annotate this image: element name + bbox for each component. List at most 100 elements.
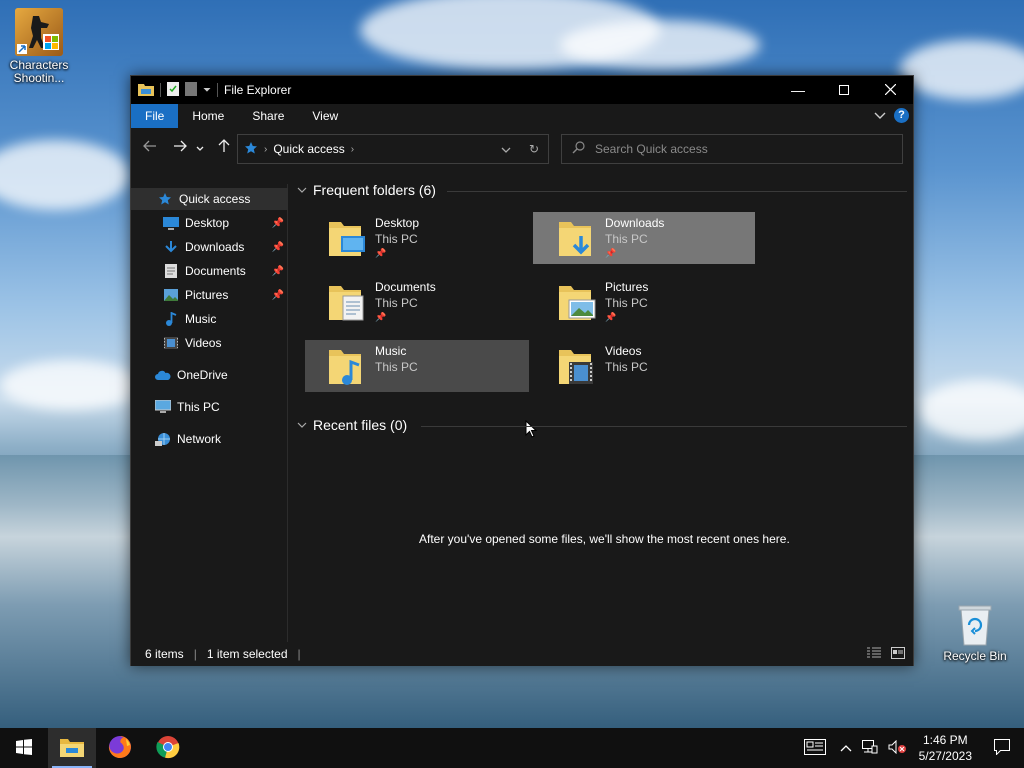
volume-tray-button[interactable] bbox=[883, 728, 911, 768]
pin-icon[interactable]: 📌 bbox=[272, 218, 284, 229]
folder-tile-documents[interactable]: Documents This PC 📌 bbox=[303, 276, 527, 328]
status-separator: | bbox=[193, 647, 197, 661]
show-hidden-icons-button[interactable] bbox=[835, 728, 857, 768]
chevron-up-icon bbox=[840, 741, 852, 755]
maximize-button[interactable] bbox=[821, 76, 867, 104]
back-button[interactable] bbox=[137, 135, 163, 161]
wallpaper-cloud bbox=[0, 140, 130, 210]
collapse-chevron-icon bbox=[297, 420, 307, 431]
folder-tile-music[interactable]: Music This PC bbox=[305, 340, 529, 392]
notifications-button[interactable] bbox=[980, 728, 1024, 768]
network-tray-button[interactable] bbox=[857, 728, 883, 768]
folder-tile-pictures[interactable]: Pictures This PC 📌 bbox=[533, 276, 757, 328]
volume-muted-icon bbox=[888, 739, 906, 757]
item-count: 6 items bbox=[145, 647, 184, 661]
window-title: File Explorer bbox=[224, 83, 292, 97]
nav-item-network[interactable]: Network bbox=[131, 428, 288, 450]
help-icon[interactable]: ? bbox=[894, 108, 909, 123]
close-button[interactable] bbox=[867, 76, 913, 104]
refresh-icon[interactable]: ↻ bbox=[520, 142, 548, 156]
nav-item-label: Downloads bbox=[185, 240, 245, 254]
new-folder-icon[interactable] bbox=[185, 81, 197, 99]
taskbar-chrome[interactable] bbox=[144, 728, 192, 768]
desktop-recycle-bin[interactable]: Recycle Bin bbox=[937, 603, 1013, 663]
nav-item-label: Documents bbox=[185, 264, 246, 278]
nav-item-label: Quick access bbox=[179, 192, 251, 206]
minimize-button[interactable]: — bbox=[775, 76, 821, 104]
details-view-icon[interactable] bbox=[867, 647, 881, 662]
music-icon bbox=[163, 311, 179, 327]
folder-tile-desktop[interactable]: Desktop This PC 📌 bbox=[303, 212, 527, 264]
folder-name: Videos bbox=[605, 344, 642, 358]
forward-button[interactable] bbox=[167, 135, 193, 161]
desktop-shortcut-game[interactable]: Characters Shootin... bbox=[1, 8, 77, 85]
tab-home[interactable]: Home bbox=[178, 104, 238, 128]
address-bar[interactable]: › Quick access › ↻ bbox=[237, 134, 549, 164]
maximize-icon bbox=[839, 82, 849, 98]
navigation-pane: Quick access Desktop 📌 Downloads 📌 Docum… bbox=[131, 184, 288, 642]
taskbar: 1:46 PM 5/27/2023 bbox=[0, 728, 1024, 768]
pin-icon: 📌 bbox=[375, 312, 387, 322]
group-divider bbox=[447, 191, 907, 192]
taskbar-firefox[interactable] bbox=[96, 728, 144, 768]
nav-item-downloads[interactable]: Downloads 📌 bbox=[131, 236, 288, 258]
breadcrumb-chevron-icon[interactable]: › bbox=[351, 144, 354, 155]
nav-item-onedrive[interactable]: OneDrive bbox=[131, 364, 288, 386]
folder-name: Pictures bbox=[605, 280, 649, 294]
news-widget-button[interactable] bbox=[795, 728, 835, 768]
tab-view[interactable]: View bbox=[298, 104, 352, 128]
arrow-right-icon bbox=[173, 139, 187, 157]
folder-location: This PC bbox=[605, 296, 648, 310]
nav-item-this-pc[interactable]: This PC bbox=[131, 396, 288, 418]
nav-item-quick-access[interactable]: Quick access bbox=[131, 188, 288, 210]
tab-file[interactable]: File bbox=[131, 104, 179, 128]
frequent-folders-header[interactable]: Frequent folders (6) bbox=[297, 182, 436, 198]
taskbar-file-explorer[interactable] bbox=[48, 728, 96, 768]
recent-files-empty-message: After you've opened some files, we'll sh… bbox=[419, 532, 790, 546]
breadcrumb-quick-access[interactable]: Quick access bbox=[273, 142, 344, 156]
toolbar-separator bbox=[160, 83, 161, 97]
download-icon bbox=[163, 239, 179, 255]
nav-item-documents[interactable]: Documents 📌 bbox=[131, 260, 288, 282]
pin-icon[interactable]: 📌 bbox=[272, 242, 284, 253]
tab-share[interactable]: Share bbox=[238, 104, 298, 128]
start-button[interactable] bbox=[0, 728, 48, 768]
large-icons-view-icon[interactable] bbox=[891, 647, 905, 662]
pin-icon[interactable]: 📌 bbox=[272, 290, 284, 301]
recent-locations-button[interactable] bbox=[193, 135, 207, 161]
videos-icon bbox=[163, 335, 179, 351]
wallpaper-cloud bbox=[920, 380, 1024, 440]
file-explorer-icon bbox=[60, 737, 84, 760]
clock[interactable]: 1:46 PM 5/27/2023 bbox=[911, 732, 980, 764]
nav-item-label: Pictures bbox=[185, 288, 229, 302]
folder-tile-downloads[interactable]: Downloads This PC 📌 bbox=[533, 212, 755, 264]
toolbar-separator bbox=[217, 83, 218, 97]
collapse-chevron-icon bbox=[297, 185, 307, 196]
system-tray: 1:46 PM 5/27/2023 bbox=[795, 728, 1024, 768]
title-bar[interactable]: ⏷ File Explorer — bbox=[131, 76, 913, 104]
folder-tile-videos[interactable]: Videos This PC bbox=[533, 340, 757, 392]
recent-files-header[interactable]: Recent files (0) bbox=[297, 417, 407, 433]
clock-date: 5/27/2023 bbox=[918, 749, 972, 763]
caption-buttons: — bbox=[775, 76, 913, 104]
customize-toolbar-icon[interactable]: ⏷ bbox=[203, 85, 211, 96]
nav-item-pictures[interactable]: Pictures 📌 bbox=[131, 284, 288, 306]
wallpaper-cloud bbox=[560, 20, 760, 70]
address-dropdown-icon[interactable] bbox=[492, 142, 520, 156]
up-button[interactable] bbox=[211, 135, 237, 161]
nav-item-label: Videos bbox=[185, 336, 222, 350]
game-shortcut-icon bbox=[15, 8, 63, 56]
desktop-icon-label: Characters Shootin... bbox=[9, 58, 69, 85]
properties-icon[interactable] bbox=[167, 81, 179, 99]
chevron-down-icon bbox=[196, 139, 204, 157]
nav-item-desktop[interactable]: Desktop 📌 bbox=[131, 212, 288, 234]
search-box[interactable] bbox=[561, 134, 903, 164]
folder-location: This PC bbox=[605, 360, 648, 374]
ribbon-right-controls: ? bbox=[874, 108, 909, 123]
pin-icon[interactable]: 📌 bbox=[272, 266, 284, 277]
nav-item-videos[interactable]: Videos bbox=[131, 332, 288, 354]
search-input[interactable] bbox=[595, 142, 885, 156]
expand-ribbon-chevron-icon[interactable] bbox=[874, 109, 886, 123]
nav-item-music[interactable]: Music bbox=[131, 308, 288, 330]
address-bar-controls: ↻ bbox=[492, 135, 548, 163]
